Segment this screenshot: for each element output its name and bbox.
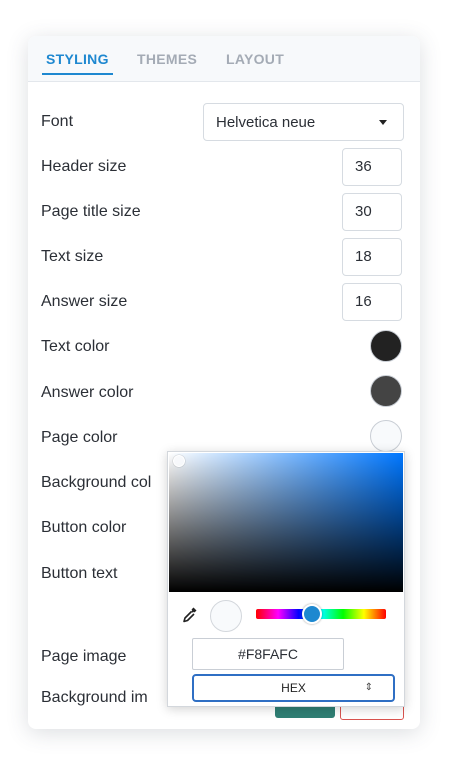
color-mode-value: HEX (281, 681, 306, 695)
button-color-label: Button color (41, 519, 127, 536)
hue-slider-handle[interactable] (302, 604, 322, 624)
background-image-label: Background im (41, 689, 148, 706)
page-image-label: Page image (41, 648, 127, 665)
page-title-size-input[interactable]: 30 (342, 193, 402, 231)
text-size-input[interactable]: 18 (342, 238, 402, 276)
text-size-label: Text size (41, 248, 104, 265)
header-size-label: Header size (41, 158, 127, 175)
color-picker-popover: #F8FAFC HEX ⇕ (167, 451, 405, 707)
eyedropper-icon[interactable] (182, 606, 198, 624)
page-color-label: Page color (41, 429, 118, 446)
page-color-swatch[interactable] (370, 420, 402, 452)
font-select[interactable]: Helvetica neue (203, 103, 404, 141)
page-title-size-label: Page title size (41, 203, 141, 220)
answer-size-input[interactable]: 16 (342, 283, 402, 321)
background-color-label: Background col (41, 474, 152, 491)
tab-themes[interactable]: THEMES (137, 51, 197, 67)
saturation-handle[interactable] (173, 455, 185, 467)
answer-size-label: Answer size (41, 293, 128, 310)
tab-layout[interactable]: LAYOUT (226, 51, 284, 67)
answer-color-swatch[interactable] (370, 375, 402, 407)
tab-bar: STYLING THEMES LAYOUT (28, 36, 420, 82)
caret-down-icon (379, 120, 387, 125)
color-mode-select[interactable]: HEX ⇕ (192, 674, 395, 702)
active-tab-indicator (42, 73, 113, 75)
text-color-label: Text color (41, 338, 110, 355)
button-text-label: Button text (41, 565, 118, 582)
font-label: Font (41, 113, 74, 130)
color-preview (210, 600, 242, 632)
text-color-swatch[interactable] (370, 330, 402, 362)
hex-value-input[interactable]: #F8FAFC (192, 638, 344, 670)
tab-styling[interactable]: STYLING (46, 51, 109, 67)
up-down-arrows-icon: ⇕ (364, 682, 373, 693)
answer-color-label: Answer color (41, 384, 134, 401)
font-select-value: Helvetica neue (216, 114, 316, 131)
header-size-input[interactable]: 36 (342, 148, 402, 186)
saturation-area[interactable] (169, 453, 403, 592)
